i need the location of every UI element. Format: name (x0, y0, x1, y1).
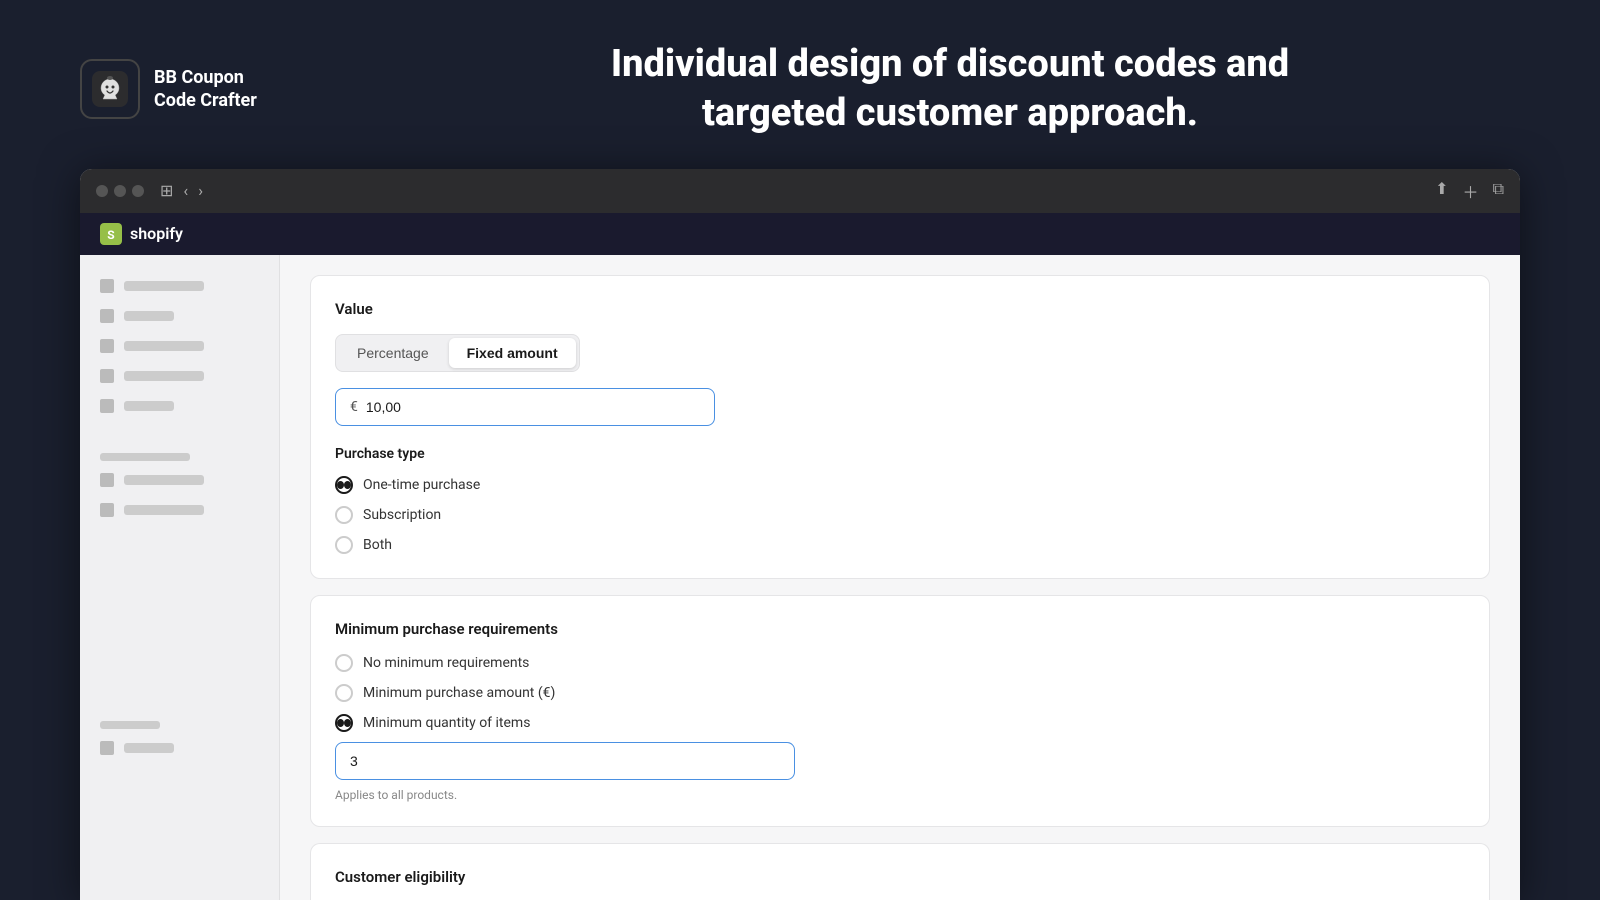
currency-prefix: € (350, 399, 358, 415)
app-name: BB Coupon Code Crafter (154, 66, 257, 113)
sidebar-bottom-icon (100, 741, 114, 755)
copy-icon[interactable]: ⧉ (1493, 179, 1504, 203)
toggle-group: Percentage Fixed amount (335, 334, 580, 372)
radio-min-purchase[interactable]: Minimum purchase amount (€) (335, 684, 1465, 702)
sidebar-sub-text-2 (124, 505, 204, 515)
sidebar-bottom-text (124, 743, 174, 753)
sidebar-icon-3 (100, 339, 114, 353)
sidebar-text-4 (124, 371, 204, 381)
sidebar-sub-icon-1 (100, 473, 114, 487)
radio-subscription-label: Subscription (363, 507, 441, 523)
radio-no-minimum-label: No minimum requirements (363, 655, 529, 671)
sidebar (80, 255, 280, 900)
radio-min-quantity-circle (335, 714, 353, 732)
browser-chrome: ⊞ ‹ › ⬆ ＋ ⧉ (80, 169, 1520, 213)
app-logo-icon (80, 59, 140, 119)
dot-yellow (114, 185, 126, 197)
shopify-logo: S shopify (100, 223, 183, 245)
sidebar-sub-item-2[interactable] (80, 495, 279, 525)
sidebar-bottom-item[interactable] (80, 733, 279, 763)
browser-controls: ⊞ ‹ › (160, 181, 203, 200)
sidebar-text-3 (124, 341, 204, 351)
sidebar-item-4[interactable] (80, 361, 279, 391)
sidebar-item-2[interactable] (80, 301, 279, 331)
dot-green (132, 185, 144, 197)
sidebar-item-3[interactable] (80, 331, 279, 361)
sidebar-item-1[interactable] (80, 271, 279, 301)
radio-no-minimum-circle (335, 654, 353, 672)
purchase-type-label: Purchase type (335, 446, 1465, 462)
minimum-card-title: Minimum purchase requirements (335, 620, 1465, 638)
sidebar-text-2 (124, 311, 174, 321)
customer-eligibility-card: Customer eligibility (310, 843, 1490, 900)
value-input[interactable] (366, 399, 700, 415)
minimum-radio-group: No minimum requirements Minimum purchase… (335, 654, 1465, 732)
percentage-button[interactable]: Percentage (339, 338, 447, 368)
browser-actions: ⬆ ＋ ⧉ (1435, 179, 1504, 203)
applies-text: Applies to all products. (335, 788, 1465, 802)
radio-min-quantity-label: Minimum quantity of items (363, 715, 530, 731)
quantity-input[interactable] (335, 742, 795, 780)
logo-area: BB Coupon Code Crafter (80, 59, 320, 119)
radio-min-purchase-label: Minimum purchase amount (€) (363, 685, 555, 701)
sidebar-section-bar-1 (100, 453, 190, 461)
forward-button[interactable]: › (198, 181, 203, 200)
radio-subscription[interactable]: Subscription (335, 506, 1465, 524)
radio-min-purchase-circle (335, 684, 353, 702)
radio-both-circle (335, 536, 353, 554)
content-area: Value Percentage Fixed amount € Purchase… (280, 255, 1520, 900)
sidebar-sub-item-1[interactable] (80, 465, 279, 495)
back-button[interactable]: ‹ (183, 181, 188, 200)
dot-red (96, 185, 108, 197)
share-icon[interactable]: ⬆ (1435, 179, 1448, 203)
sidebar-section-bar-2 (100, 721, 160, 729)
sidebar-icon-1 (100, 279, 114, 293)
value-card: Value Percentage Fixed amount € Purchase… (310, 275, 1490, 579)
window-layout-icon[interactable]: ⊞ (160, 181, 173, 200)
sidebar-sub-icon-2 (100, 503, 114, 517)
browser-window: ⊞ ‹ › ⬆ ＋ ⧉ S shopify (80, 169, 1520, 900)
radio-both[interactable]: Both (335, 536, 1465, 554)
customer-eligibility-title: Customer eligibility (335, 868, 1465, 886)
radio-one-time[interactable]: One-time purchase (335, 476, 1465, 494)
sidebar-icon-4 (100, 369, 114, 383)
new-tab-icon[interactable]: ＋ (1463, 179, 1479, 203)
radio-one-time-label: One-time purchase (363, 477, 480, 493)
value-card-title: Value (335, 300, 1465, 318)
minimum-card: Minimum purchase requirements No minimum… (310, 595, 1490, 827)
header: BB Coupon Code Crafter Individual design… (0, 0, 1600, 169)
purchase-type-radio-group: One-time purchase Subscription Both (335, 476, 1465, 554)
radio-one-time-circle (335, 476, 353, 494)
value-input-group: € (335, 388, 715, 426)
sidebar-item-5[interactable] (80, 391, 279, 421)
headline: Individual design of discount codes and … (380, 40, 1520, 139)
sidebar-icon-5 (100, 399, 114, 413)
shopify-nav: S shopify (80, 213, 1520, 255)
sidebar-text-1 (124, 281, 204, 291)
sidebar-sub-text-1 (124, 475, 204, 485)
radio-min-quantity[interactable]: Minimum quantity of items (335, 714, 1465, 732)
svg-text:S: S (107, 228, 114, 242)
browser-dots (96, 185, 144, 197)
sidebar-text-5 (124, 401, 174, 411)
radio-subscription-circle (335, 506, 353, 524)
sidebar-section-2 (80, 705, 279, 733)
radio-no-minimum[interactable]: No minimum requirements (335, 654, 1465, 672)
sidebar-icon-2 (100, 309, 114, 323)
sidebar-section-1 (80, 437, 279, 465)
fixed-amount-button[interactable]: Fixed amount (449, 338, 576, 368)
main-layout: Value Percentage Fixed amount € Purchase… (80, 255, 1520, 900)
radio-both-label: Both (363, 537, 392, 553)
